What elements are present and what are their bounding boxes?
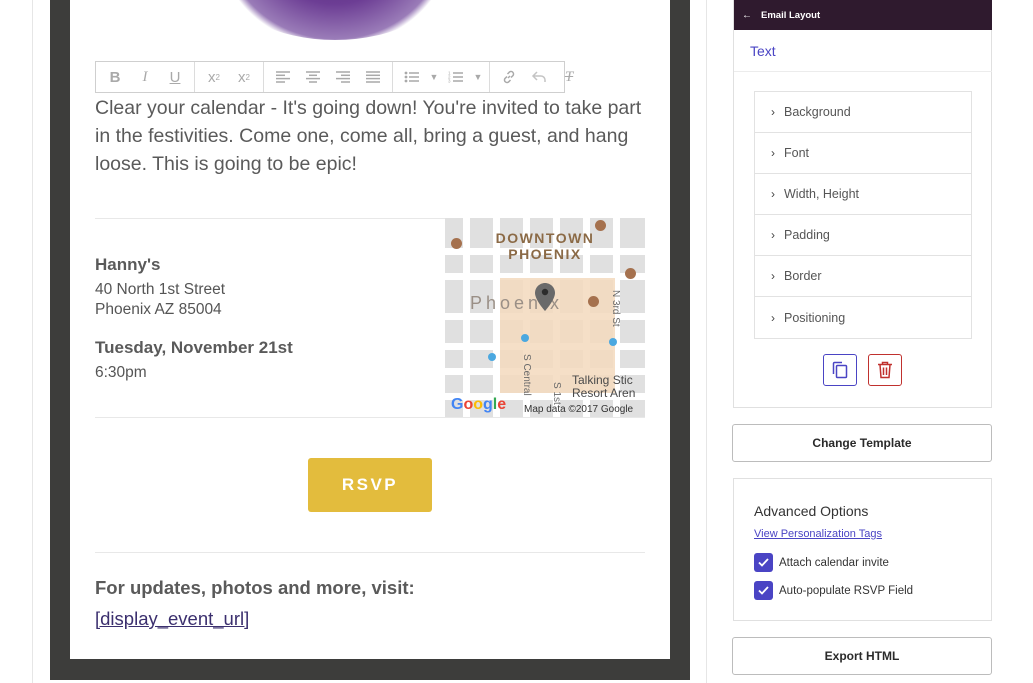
subscript-icon[interactable]: x2 [199, 62, 229, 92]
gutter-divider [32, 0, 33, 683]
style-sections: › Background › Font › Width, Height › Paddin… [754, 91, 972, 339]
chevron-right-icon: › [771, 146, 775, 160]
rsvp-autopopulate-option[interactable]: Auto-populate RSVP Field [754, 581, 913, 600]
section-background[interactable]: › Background [755, 92, 971, 133]
clear-format-icon[interactable]: T [554, 62, 584, 92]
superscript-icon[interactable]: x2 [229, 62, 259, 92]
chevron-right-icon: › [771, 187, 775, 201]
map-area-label-line2: PHOENIX [508, 246, 582, 262]
personalization-tags-link[interactable]: View Personalization Tags [754, 528, 882, 540]
duplicate-button[interactable] [823, 354, 857, 386]
updates-text: For updates, photos and more, visit: [95, 577, 415, 598]
section-border[interactable]: › Border [755, 256, 971, 297]
toolbar-misc-group: T [490, 62, 588, 92]
bold-icon[interactable]: B [100, 62, 130, 92]
layout-panel: ← Email Layout Text › Background › Font › W… [733, 0, 992, 408]
align-right-icon[interactable] [328, 62, 358, 92]
text-editor-toolbar: B I U x2 x2 ▼ 123 ▼ T [95, 61, 573, 93]
toolbar-format-group: B I U [96, 62, 195, 92]
section-label: Padding [784, 228, 830, 242]
location-map[interactable]: DOWNTOWN PHOENIX Phoenix N 3rd St S Centr… [445, 218, 645, 418]
map-attribution: Map data ©2017 Google [524, 404, 634, 415]
map-transit-marker [488, 353, 496, 361]
advanced-options: Advanced Options View Personalization Ta… [733, 478, 992, 621]
checkmark-icon [758, 586, 769, 595]
map-transit-marker [521, 334, 529, 342]
section-positioning[interactable]: › Positioning [755, 297, 971, 338]
event-url-link[interactable]: [display_event_url] [95, 608, 249, 630]
map-poi-label: Talking Stic Resort Aren [572, 374, 635, 400]
intro-text[interactable]: Clear your calendar - It's going down! Y… [95, 94, 655, 178]
section-label: Background [784, 105, 851, 119]
chevron-right-icon: › [771, 228, 775, 242]
event-date: Tuesday, November 21st [95, 338, 293, 357]
italic-icon[interactable]: I [130, 62, 160, 92]
copy-icon [832, 361, 848, 379]
google-logo: Google [451, 396, 507, 413]
advanced-options-title: Advanced Options [754, 503, 869, 519]
email-builder: B I U x2 x2 ▼ 123 ▼ T Clear your calenda… [0, 0, 1033, 683]
rsvp-autopopulate-label: Auto-populate RSVP Field [779, 584, 914, 597]
chevron-right-icon: › [771, 105, 775, 119]
venue-address-line2: Phoenix AZ 85004 [95, 301, 222, 318]
divider [95, 417, 645, 418]
change-template-button[interactable]: Change Template [732, 424, 992, 462]
panel-header[interactable]: ← Email Layout [734, 0, 992, 30]
toolbar-align-group [264, 62, 393, 92]
underline-icon[interactable]: U [160, 62, 190, 92]
align-center-icon[interactable] [298, 62, 328, 92]
calendar-invite-option[interactable]: Attach calendar invite [754, 553, 889, 572]
section-label: Positioning [784, 310, 846, 325]
trash-icon [878, 361, 892, 379]
map-poi-marker [625, 268, 636, 279]
section-label: Border [784, 269, 822, 283]
calendar-invite-checkbox[interactable] [754, 553, 773, 572]
toolbar-script-group: x2 x2 [195, 62, 264, 92]
back-arrow-icon[interactable]: ← [742, 10, 752, 21]
toolbar-list-group: ▼ 123 ▼ [393, 62, 490, 92]
undo-icon[interactable] [524, 62, 554, 92]
panel-divider [706, 0, 707, 683]
map-poi-label-line2: Resort Aren [572, 386, 636, 400]
section-label: Width, Height [784, 187, 860, 201]
map-pin-icon [535, 283, 555, 311]
chevron-down-icon[interactable]: ▼ [471, 62, 485, 92]
map-poi-marker [588, 296, 599, 307]
calendar-invite-label: Attach calendar invite [779, 556, 889, 569]
map-area-label: DOWNTOWN PHOENIX [445, 230, 645, 262]
chevron-right-icon: › [771, 310, 775, 325]
justify-icon[interactable] [358, 62, 388, 92]
venue-name: Hanny's [95, 255, 161, 274]
chevron-down-icon[interactable]: ▼ [427, 62, 441, 92]
map-area-label-line1: DOWNTOWN [495, 230, 595, 246]
bullet-list-icon[interactable] [397, 62, 427, 92]
svg-text:3: 3 [448, 79, 451, 84]
venue-address-line1: 40 North 1st Street [95, 281, 226, 298]
rsvp-autopopulate-checkbox[interactable] [754, 581, 773, 600]
section-padding[interactable]: › Padding [755, 215, 971, 256]
section-width-height[interactable]: › Width, Height [755, 174, 971, 215]
map-street-label: S 1st [551, 382, 562, 405]
section-font[interactable]: › Font [755, 133, 971, 174]
export-html-button[interactable]: Export HTML [732, 637, 992, 675]
align-left-icon[interactable] [268, 62, 298, 92]
chevron-right-icon: › [771, 269, 775, 283]
numbered-list-icon[interactable]: 123 [441, 62, 471, 92]
map-street-label: N 3rd St [610, 290, 621, 327]
delete-button[interactable] [868, 354, 902, 386]
rsvp-button[interactable]: RSVP [308, 458, 432, 512]
map-transit-marker [609, 338, 617, 346]
checkmark-icon [758, 558, 769, 567]
event-time: 6:30pm [95, 364, 147, 381]
panel-title: Email Layout [761, 9, 821, 21]
link-icon[interactable] [494, 62, 524, 92]
divider [95, 552, 645, 553]
tab-text[interactable]: Text [750, 43, 776, 59]
map-street-label: S Central [521, 354, 532, 396]
panel-divider [734, 71, 992, 72]
section-label: Font [784, 146, 810, 160]
